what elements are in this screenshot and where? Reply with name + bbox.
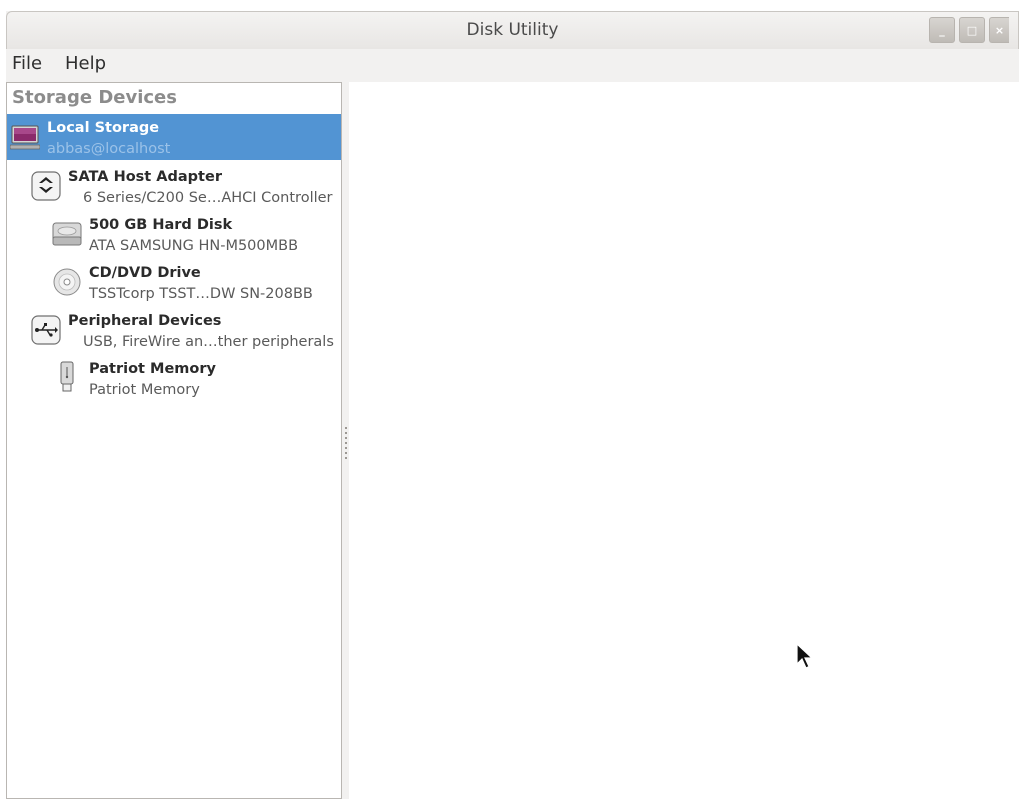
- tree-item-local-storage[interactable]: Local Storage abbas@localhost: [7, 114, 341, 160]
- maximize-button[interactable]: □: [959, 17, 985, 43]
- optical-disc-icon: [52, 267, 82, 301]
- tree-item-title: Patriot Memory: [89, 361, 216, 377]
- title-bar[interactable]: Disk Utility _ □ ×: [6, 11, 1019, 49]
- usb-icon: [31, 315, 61, 349]
- menu-help[interactable]: Help: [65, 53, 106, 74]
- pane-splitter[interactable]: [342, 82, 349, 799]
- window-controls: _ □ ×: [929, 17, 1009, 43]
- mouse-pointer-icon: [795, 642, 815, 675]
- tree-item-subtitle: ATA SAMSUNG HN-M500MBB: [89, 238, 299, 254]
- tree-item-subtitle: 6 Series/C200 Se…AHCI Controller: [83, 190, 333, 206]
- tree-item-title: 500 GB Hard Disk: [89, 217, 233, 233]
- tree-item-title: CD/DVD Drive: [89, 265, 201, 281]
- close-button[interactable]: ×: [989, 17, 1009, 43]
- sata-adapter-icon: [31, 171, 61, 205]
- window-title: Disk Utility: [466, 20, 559, 40]
- tree-item-peripheral-devices[interactable]: Peripheral Devices USB, FireWire an…ther…: [7, 307, 341, 353]
- menu-file[interactable]: File: [12, 53, 42, 74]
- storage-devices-sidebar[interactable]: Storage Devices Local Storage abbas@loca…: [6, 82, 342, 799]
- tree-item-title: Local Storage: [47, 120, 160, 136]
- disk-utility-window: Disk Utility _ □ × File Help Storage Dev…: [6, 11, 1019, 799]
- hard-disk-icon: [52, 219, 82, 253]
- tree-item-subtitle: TSSTcorp TSST…DW SN-208BB: [89, 286, 313, 302]
- tree-item-title: Peripheral Devices: [68, 313, 222, 329]
- tree-item-sata-host-adapter[interactable]: SATA Host Adapter 6 Series/C200 Se…AHCI …: [7, 163, 341, 209]
- details-pane: [349, 82, 1019, 799]
- computer-icon: [9, 124, 41, 156]
- tree-item-cd-dvd-drive[interactable]: CD/DVD Drive TSSTcorp TSST…DW SN-208BB: [7, 259, 341, 305]
- splitter-grip[interactable]: [345, 427, 347, 461]
- tree-item-hard-disk[interactable]: 500 GB Hard Disk ATA SAMSUNG HN-M500MBB: [7, 211, 341, 257]
- tree-item-subtitle: USB, FireWire an…ther peripherals: [83, 334, 334, 350]
- sidebar-heading: Storage Devices: [12, 87, 177, 108]
- tree-item-patriot-memory[interactable]: Patriot Memory Patriot Memory: [7, 355, 341, 401]
- tree-item-title: SATA Host Adapter: [68, 169, 222, 185]
- minimize-button[interactable]: _: [929, 17, 955, 43]
- menu-bar: File Help: [6, 49, 1019, 81]
- tree-item-subtitle: Patriot Memory: [89, 382, 200, 398]
- tree-item-subtitle: abbas@localhost: [47, 141, 171, 157]
- usb-stick-icon: [59, 361, 75, 397]
